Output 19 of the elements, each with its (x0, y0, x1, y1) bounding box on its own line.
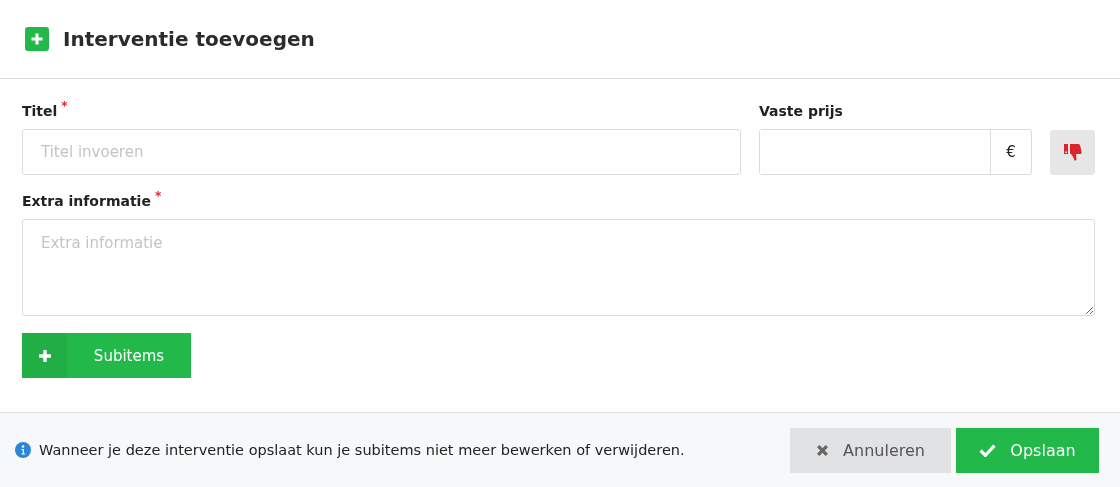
required-mark: * (61, 99, 68, 115)
field-label: Extra informatie (22, 193, 151, 211)
plus-icon (37, 348, 52, 363)
dialog-title: Interventie toevoegen (63, 27, 315, 51)
price-field[interactable]: € (759, 129, 1032, 175)
cancel-button[interactable]: Annuleren (790, 427, 951, 473)
info-icon (15, 442, 31, 458)
close-icon (816, 443, 830, 457)
plus-icon (25, 27, 49, 51)
title-input[interactable]: Titel invoeren (22, 129, 741, 175)
field-label: Vaste prijs (759, 103, 843, 121)
info-textarea[interactable]: Extra informatie (22, 219, 1095, 316)
field-label: Titel (22, 103, 58, 121)
required-mark: * (154, 189, 162, 205)
thumbs-down-button[interactable] (1050, 130, 1095, 175)
currency-addon: € (990, 130, 1031, 174)
thumbs-down-icon (1062, 143, 1083, 162)
checkmark-icon (979, 443, 997, 457)
notice-text: Wanneer je deze interventie opslaat kun je subitems niet meer bewerken of verwijderen. (39, 442, 686, 458)
